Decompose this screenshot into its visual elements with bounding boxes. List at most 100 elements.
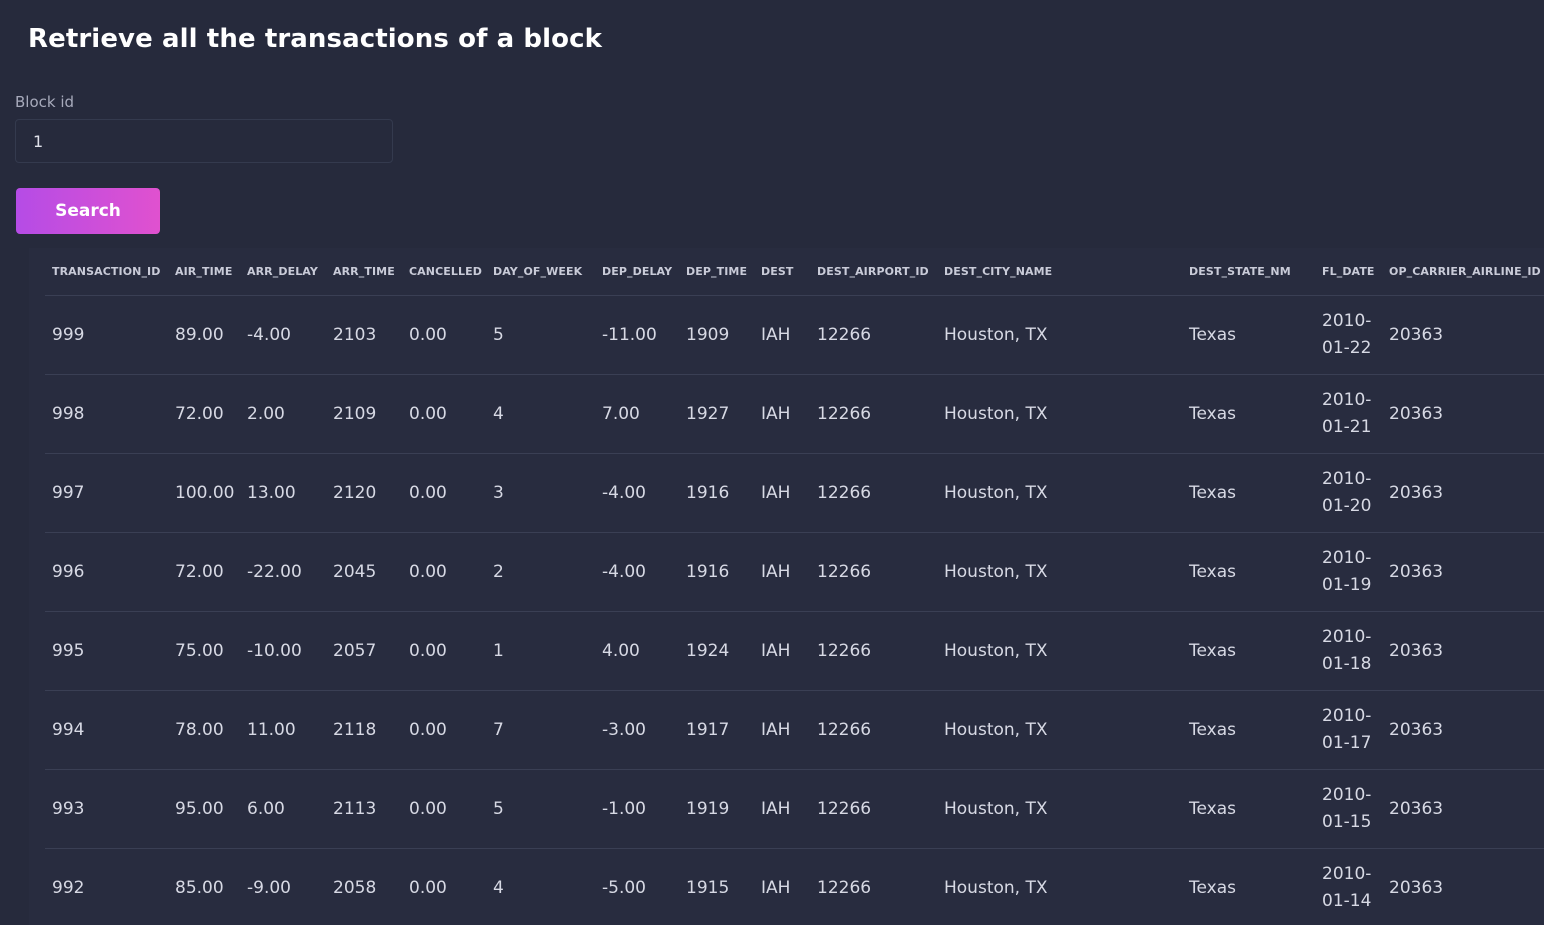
cell-op-carrier-airline-id: 20363 <box>1382 374 1544 454</box>
cell-cancelled: 0.00 <box>402 611 486 691</box>
cell-day-of-week: 4 <box>486 374 595 454</box>
block-id-input[interactable] <box>15 119 393 163</box>
cell-dest: IAH <box>754 453 810 533</box>
cell-arr-time: 2118 <box>326 690 402 770</box>
cell-day-of-week: 1 <box>486 611 595 691</box>
cell-dest-airport-id: 12266 <box>810 769 937 849</box>
cell-dest-city-name: Houston, TX <box>937 848 1182 925</box>
cell-dest-city-name: Houston, TX <box>937 295 1182 375</box>
cell-dest-state-nm: Texas <box>1182 769 1315 849</box>
cell-dest: IAH <box>754 611 810 691</box>
cell-transaction-id: 998 <box>45 374 168 454</box>
cell-cancelled: 0.00 <box>402 532 486 612</box>
cell-day-of-week: 5 <box>486 769 595 849</box>
table-row: 996 72.00 -22.00 2045 0.00 2 -4.00 1916 … <box>45 532 1544 612</box>
column-header-dest-state-nm: DEST_STATE_NM <box>1182 248 1315 296</box>
cell-dep-delay: -3.00 <box>595 690 679 770</box>
block-id-label: Block id <box>15 93 75 111</box>
cell-dep-delay: -11.00 <box>595 295 679 375</box>
cell-fl-date: 2010-01-21 <box>1315 374 1382 454</box>
search-button[interactable]: Search <box>16 188 160 234</box>
cell-dest-city-name: Houston, TX <box>937 690 1182 770</box>
transactions-page: Retrieve all the transactions of a block… <box>0 0 1544 925</box>
cell-arr-time: 2109 <box>326 374 402 454</box>
cell-dep-time: 1919 <box>679 769 754 849</box>
cell-cancelled: 0.00 <box>402 453 486 533</box>
cell-dest: IAH <box>754 532 810 612</box>
cell-op-carrier-airline-id: 20363 <box>1382 295 1544 375</box>
cell-fl-date: 2010-01-17 <box>1315 690 1382 770</box>
cell-fl-date: 2010-01-14 <box>1315 848 1382 925</box>
cell-transaction-id: 999 <box>45 295 168 375</box>
cell-dest-state-nm: Texas <box>1182 532 1315 612</box>
cell-arr-time: 2057 <box>326 611 402 691</box>
cell-transaction-id: 992 <box>45 848 168 925</box>
transactions-table-panel: TRANSACTION_ID AIR_TIME ARR_DELAY ARR_TI… <box>29 248 1544 925</box>
cell-dest-airport-id: 12266 <box>810 848 937 925</box>
column-header-dest-airport-id: DEST_AIRPORT_ID <box>810 248 937 296</box>
cell-dep-time: 1916 <box>679 453 754 533</box>
cell-dest-city-name: Houston, TX <box>937 532 1182 612</box>
cell-dep-delay: -4.00 <box>595 453 679 533</box>
cell-air-time: 75.00 <box>168 611 240 691</box>
cell-arr-delay: -9.00 <box>240 848 326 925</box>
cell-arr-delay: -4.00 <box>240 295 326 375</box>
cell-cancelled: 0.00 <box>402 295 486 375</box>
cell-arr-delay: -22.00 <box>240 532 326 612</box>
cell-op-carrier-airline-id: 20363 <box>1382 848 1544 925</box>
cell-day-of-week: 2 <box>486 532 595 612</box>
cell-dest-airport-id: 12266 <box>810 611 937 691</box>
cell-cancelled: 0.00 <box>402 848 486 925</box>
transactions-table: TRANSACTION_ID AIR_TIME ARR_DELAY ARR_TI… <box>45 248 1544 925</box>
column-header-transaction-id: TRANSACTION_ID <box>45 248 168 296</box>
cell-dep-delay: 4.00 <box>595 611 679 691</box>
cell-arr-time: 2120 <box>326 453 402 533</box>
cell-arr-delay: 2.00 <box>240 374 326 454</box>
cell-air-time: 85.00 <box>168 848 240 925</box>
column-header-fl-date: FL_DATE <box>1315 248 1382 296</box>
column-header-op-carrier-airline-id: OP_CARRIER_AIRLINE_ID <box>1382 248 1544 296</box>
cell-dest-airport-id: 12266 <box>810 453 937 533</box>
cell-day-of-week: 7 <box>486 690 595 770</box>
cell-dest: IAH <box>754 295 810 375</box>
cell-day-of-week: 3 <box>486 453 595 533</box>
cell-dest-airport-id: 12266 <box>810 295 937 375</box>
column-header-cancelled: CANCELLED <box>402 248 486 296</box>
cell-dep-delay: -1.00 <box>595 769 679 849</box>
table-row: 998 72.00 2.00 2109 0.00 4 7.00 1927 IAH… <box>45 374 1544 454</box>
cell-dep-time: 1924 <box>679 611 754 691</box>
column-header-dest-city-name: DEST_CITY_NAME <box>937 248 1182 296</box>
cell-cancelled: 0.00 <box>402 374 486 454</box>
cell-cancelled: 0.00 <box>402 690 486 770</box>
column-header-dest: DEST <box>754 248 810 296</box>
table-row: 993 95.00 6.00 2113 0.00 5 -1.00 1919 IA… <box>45 769 1544 849</box>
cell-op-carrier-airline-id: 20363 <box>1382 611 1544 691</box>
cell-op-carrier-airline-id: 20363 <box>1382 690 1544 770</box>
cell-air-time: 95.00 <box>168 769 240 849</box>
cell-air-time: 100.00 <box>168 453 240 533</box>
cell-transaction-id: 996 <box>45 532 168 612</box>
cell-dest-state-nm: Texas <box>1182 295 1315 375</box>
cell-dep-delay: -5.00 <box>595 848 679 925</box>
cell-fl-date: 2010-01-20 <box>1315 453 1382 533</box>
cell-transaction-id: 993 <box>45 769 168 849</box>
cell-dest: IAH <box>754 848 810 925</box>
column-header-arr-time: ARR_TIME <box>326 248 402 296</box>
table-header-row: TRANSACTION_ID AIR_TIME ARR_DELAY ARR_TI… <box>45 248 1544 296</box>
cell-fl-date: 2010-01-18 <box>1315 611 1382 691</box>
cell-transaction-id: 995 <box>45 611 168 691</box>
cell-dest-city-name: Houston, TX <box>937 374 1182 454</box>
cell-dep-time: 1917 <box>679 690 754 770</box>
column-header-dep-time: DEP_TIME <box>679 248 754 296</box>
cell-dest-city-name: Houston, TX <box>937 769 1182 849</box>
cell-arr-time: 2058 <box>326 848 402 925</box>
column-header-day-of-week: DAY_OF_WEEK <box>486 248 595 296</box>
cell-air-time: 72.00 <box>168 532 240 612</box>
cell-dest-state-nm: Texas <box>1182 374 1315 454</box>
page-title: Retrieve all the transactions of a block <box>28 24 603 54</box>
cell-day-of-week: 4 <box>486 848 595 925</box>
cell-fl-date: 2010-01-15 <box>1315 769 1382 849</box>
cell-dest: IAH <box>754 769 810 849</box>
table-row: 994 78.00 11.00 2118 0.00 7 -3.00 1917 I… <box>45 690 1544 770</box>
cell-cancelled: 0.00 <box>402 769 486 849</box>
